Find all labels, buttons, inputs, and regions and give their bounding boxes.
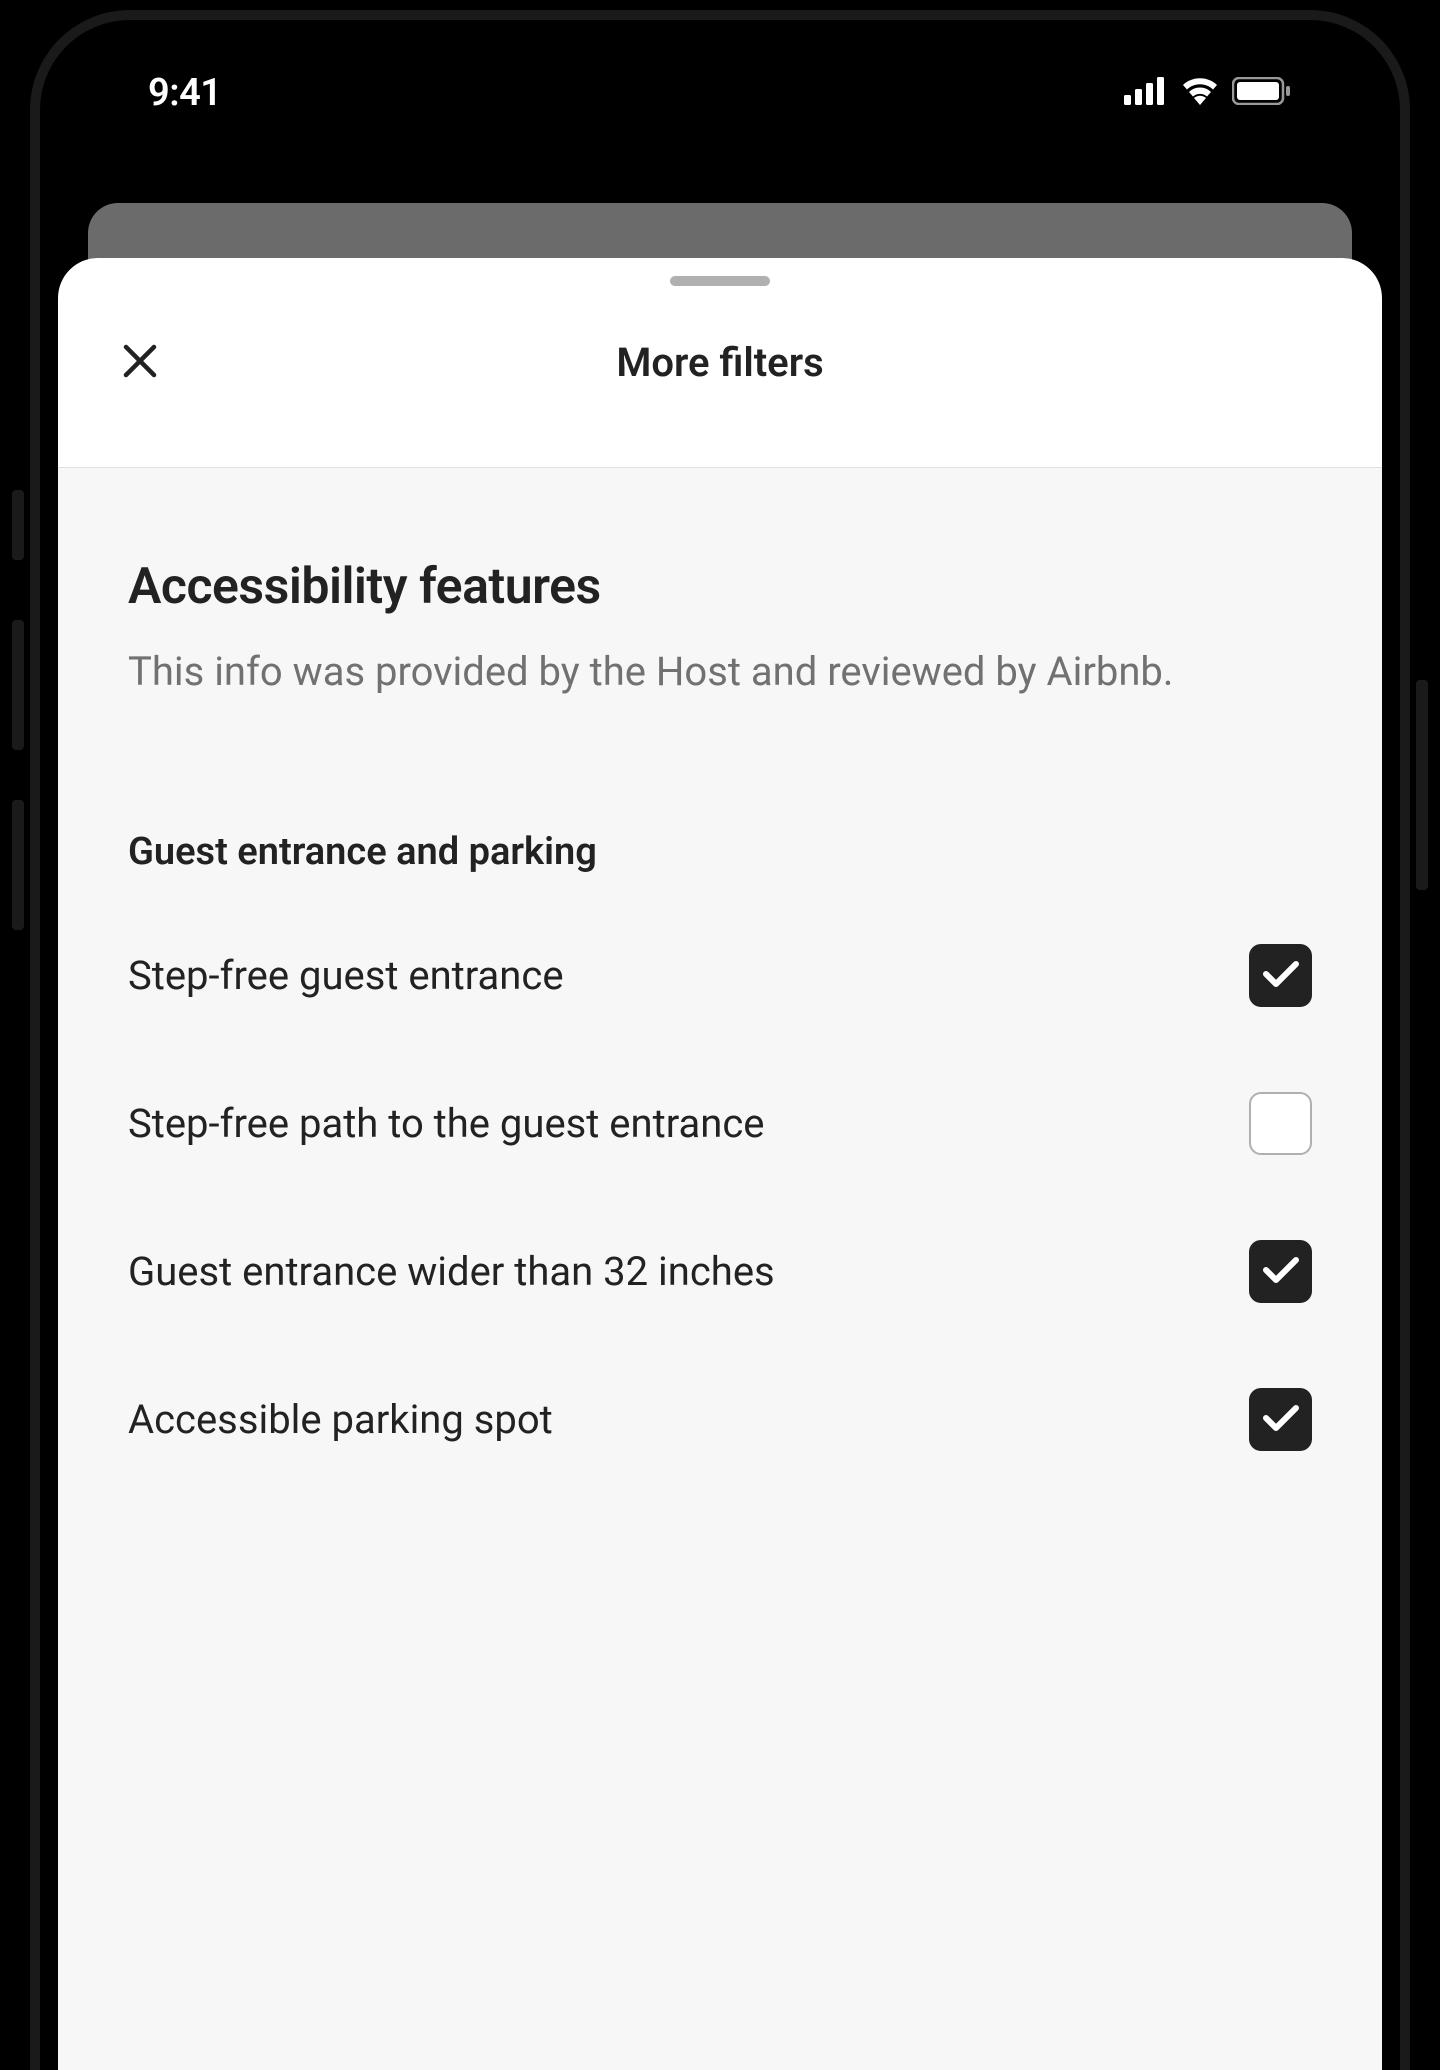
phone-side-button: [12, 800, 24, 930]
filter-row-step-free-entrance[interactable]: Step-free guest entrance: [128, 944, 1312, 1007]
modal-header: More filters: [58, 258, 1382, 468]
phone-side-button: [12, 620, 24, 750]
wifi-icon: [1180, 77, 1220, 109]
filter-row-step-free-path[interactable]: Step-free path to the guest entrance: [128, 1092, 1312, 1155]
checkbox[interactable]: [1249, 1388, 1312, 1451]
filter-label: Guest entrance wider than 32 inches: [128, 1245, 1209, 1299]
checkbox[interactable]: [1249, 944, 1312, 1007]
phone-side-button: [1416, 680, 1428, 890]
filter-row-accessible-parking[interactable]: Accessible parking spot: [128, 1388, 1312, 1451]
modal-content[interactable]: Accessibility features This info was pro…: [58, 468, 1382, 2070]
phone-side-button: [12, 490, 24, 560]
filter-label: Step-free guest entrance: [128, 949, 1209, 1003]
battery-icon: [1232, 77, 1292, 109]
phone-body: 9:41: [30, 10, 1410, 2070]
close-icon: [122, 343, 158, 383]
status-icons: [1124, 77, 1292, 109]
check-icon: [1262, 1255, 1300, 1289]
phone-screen: 9:41: [48, 28, 1392, 2070]
check-icon: [1262, 959, 1300, 993]
filter-label: Accessible parking spot: [128, 1393, 1209, 1447]
section-subtitle: This info was provided by the Host and r…: [128, 644, 1312, 700]
phone-frame: 9:41: [0, 0, 1440, 2070]
filters-modal: More filters Accessibility features This…: [58, 258, 1382, 2070]
status-bar: 9:41: [48, 28, 1392, 158]
cellular-icon: [1124, 77, 1168, 109]
app-area: 9:41: [48, 28, 1392, 2070]
subsection-title: Guest entrance and parking: [128, 830, 1312, 874]
modal-title: More filters: [616, 339, 823, 386]
filter-row-wider-entrance[interactable]: Guest entrance wider than 32 inches: [128, 1240, 1312, 1303]
check-icon: [1262, 1403, 1300, 1437]
section-title: Accessibility features: [128, 558, 1312, 616]
checkbox[interactable]: [1249, 1240, 1312, 1303]
filter-label: Step-free path to the guest entrance: [128, 1097, 1209, 1151]
status-time: 9:41: [148, 71, 221, 115]
close-button[interactable]: [118, 341, 162, 385]
checkbox[interactable]: [1249, 1092, 1312, 1155]
